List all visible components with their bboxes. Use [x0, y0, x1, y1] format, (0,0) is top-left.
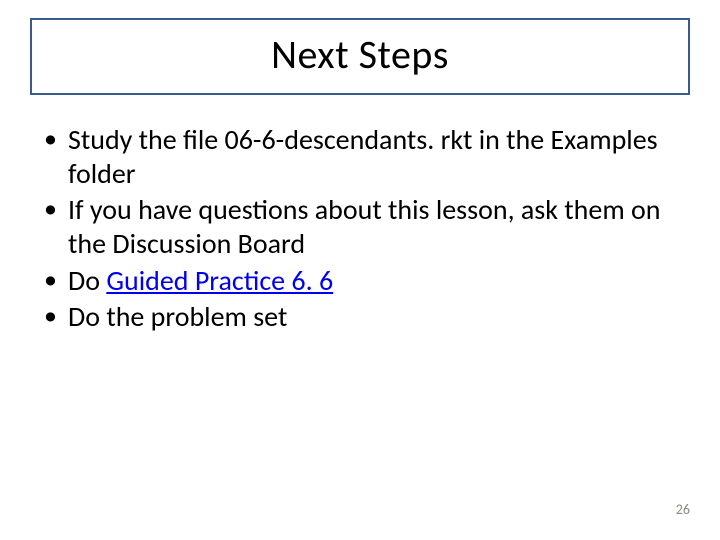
list-item: Do Guided Practice 6. 6 — [40, 264, 684, 298]
list-item: If you have questions about this lesson,… — [40, 193, 684, 261]
slide: Next Steps Study the file 06-6-descendan… — [0, 0, 720, 540]
list-item: Study the file 06-6-descendants. rkt in … — [40, 123, 684, 191]
slide-title: Next Steps — [50, 30, 670, 79]
guided-practice-link[interactable]: Guided Practice 6. 6 — [106, 263, 333, 298]
bullet-text: If you have questions about this lesson,… — [68, 192, 661, 261]
bullet-text: Study the file 06-6-descendants. rkt in … — [68, 122, 658, 191]
page-number: 26 — [676, 501, 690, 518]
slide-body: Study the file 06-6-descendants. rkt in … — [28, 123, 692, 334]
bullet-text: Do the problem set — [68, 299, 287, 334]
bullet-list: Study the file 06-6-descendants. rkt in … — [40, 123, 684, 334]
title-box: Next Steps — [30, 18, 690, 95]
bullet-text: Do — [68, 263, 106, 298]
list-item: Do the problem set — [40, 300, 684, 334]
